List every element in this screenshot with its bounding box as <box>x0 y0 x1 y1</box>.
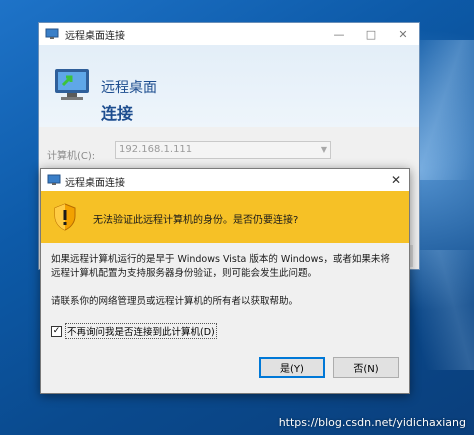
security-shield-icon <box>54 203 76 231</box>
computer-label: 计算机(C): <box>47 151 96 162</box>
security-warning-dialog: 远程桌面连接 ✕ 无法验证此远程计算机的身份。是否仍要连接? 如果远程计算机运行… <box>40 168 410 394</box>
watermark: https://blog.csdn.net/yidichaxiang <box>278 416 466 429</box>
banner-subtitle: 连接 <box>101 104 134 123</box>
warning-message: 无法验证此远程计算机的身份。是否仍要连接? <box>93 215 299 226</box>
explanation-line-1: 如果远程计算机运行的是早于 Windows Vista 版本的 Windows，… <box>51 254 390 265</box>
computer-combobox[interactable]: 192.168.1.111 ▼ <box>115 141 331 159</box>
dont-ask-label[interactable]: 不再询问我是否连接到此计算机(D) <box>65 323 217 339</box>
close-icon[interactable]: ✕ <box>387 171 405 189</box>
chevron-down-icon[interactable]: ▼ <box>321 145 327 154</box>
dont-ask-checkbox-row[interactable]: ✓ 不再询问我是否连接到此计算机(D) <box>51 323 217 339</box>
header-banner: 远程桌面 连接 <box>39 45 419 127</box>
rdp-app-icon <box>45 28 59 39</box>
remote-desktop-icon <box>55 69 89 100</box>
rdp-app-icon <box>47 174 61 185</box>
help-text: 请联系你的网络管理员或远程计算机的所有者以获取帮助。 <box>51 296 299 307</box>
explanation-line-2: 远程计算机配置为支持服务器身份验证，则可能会发生此问题。 <box>51 268 318 279</box>
yes-button[interactable]: 是(Y) <box>259 357 325 378</box>
minimize-icon[interactable]: — <box>323 23 355 45</box>
dialog-titlebar[interactable]: 远程桌面连接 ✕ <box>41 169 409 191</box>
computer-value: 192.168.1.111 <box>119 144 193 155</box>
window-title: 远程桌面连接 <box>65 30 125 42</box>
maximize-icon[interactable]: □ <box>355 23 387 45</box>
dont-ask-checkbox[interactable]: ✓ <box>51 325 62 337</box>
no-button[interactable]: 否(N) <box>333 357 399 378</box>
warning-banner: 无法验证此远程计算机的身份。是否仍要连接? <box>41 191 409 243</box>
caption-buttons: — □ ✕ <box>323 23 419 45</box>
close-icon[interactable]: ✕ <box>387 23 419 45</box>
banner-title: 远程桌面 <box>101 80 157 96</box>
dialog-title: 远程桌面连接 <box>65 178 125 189</box>
